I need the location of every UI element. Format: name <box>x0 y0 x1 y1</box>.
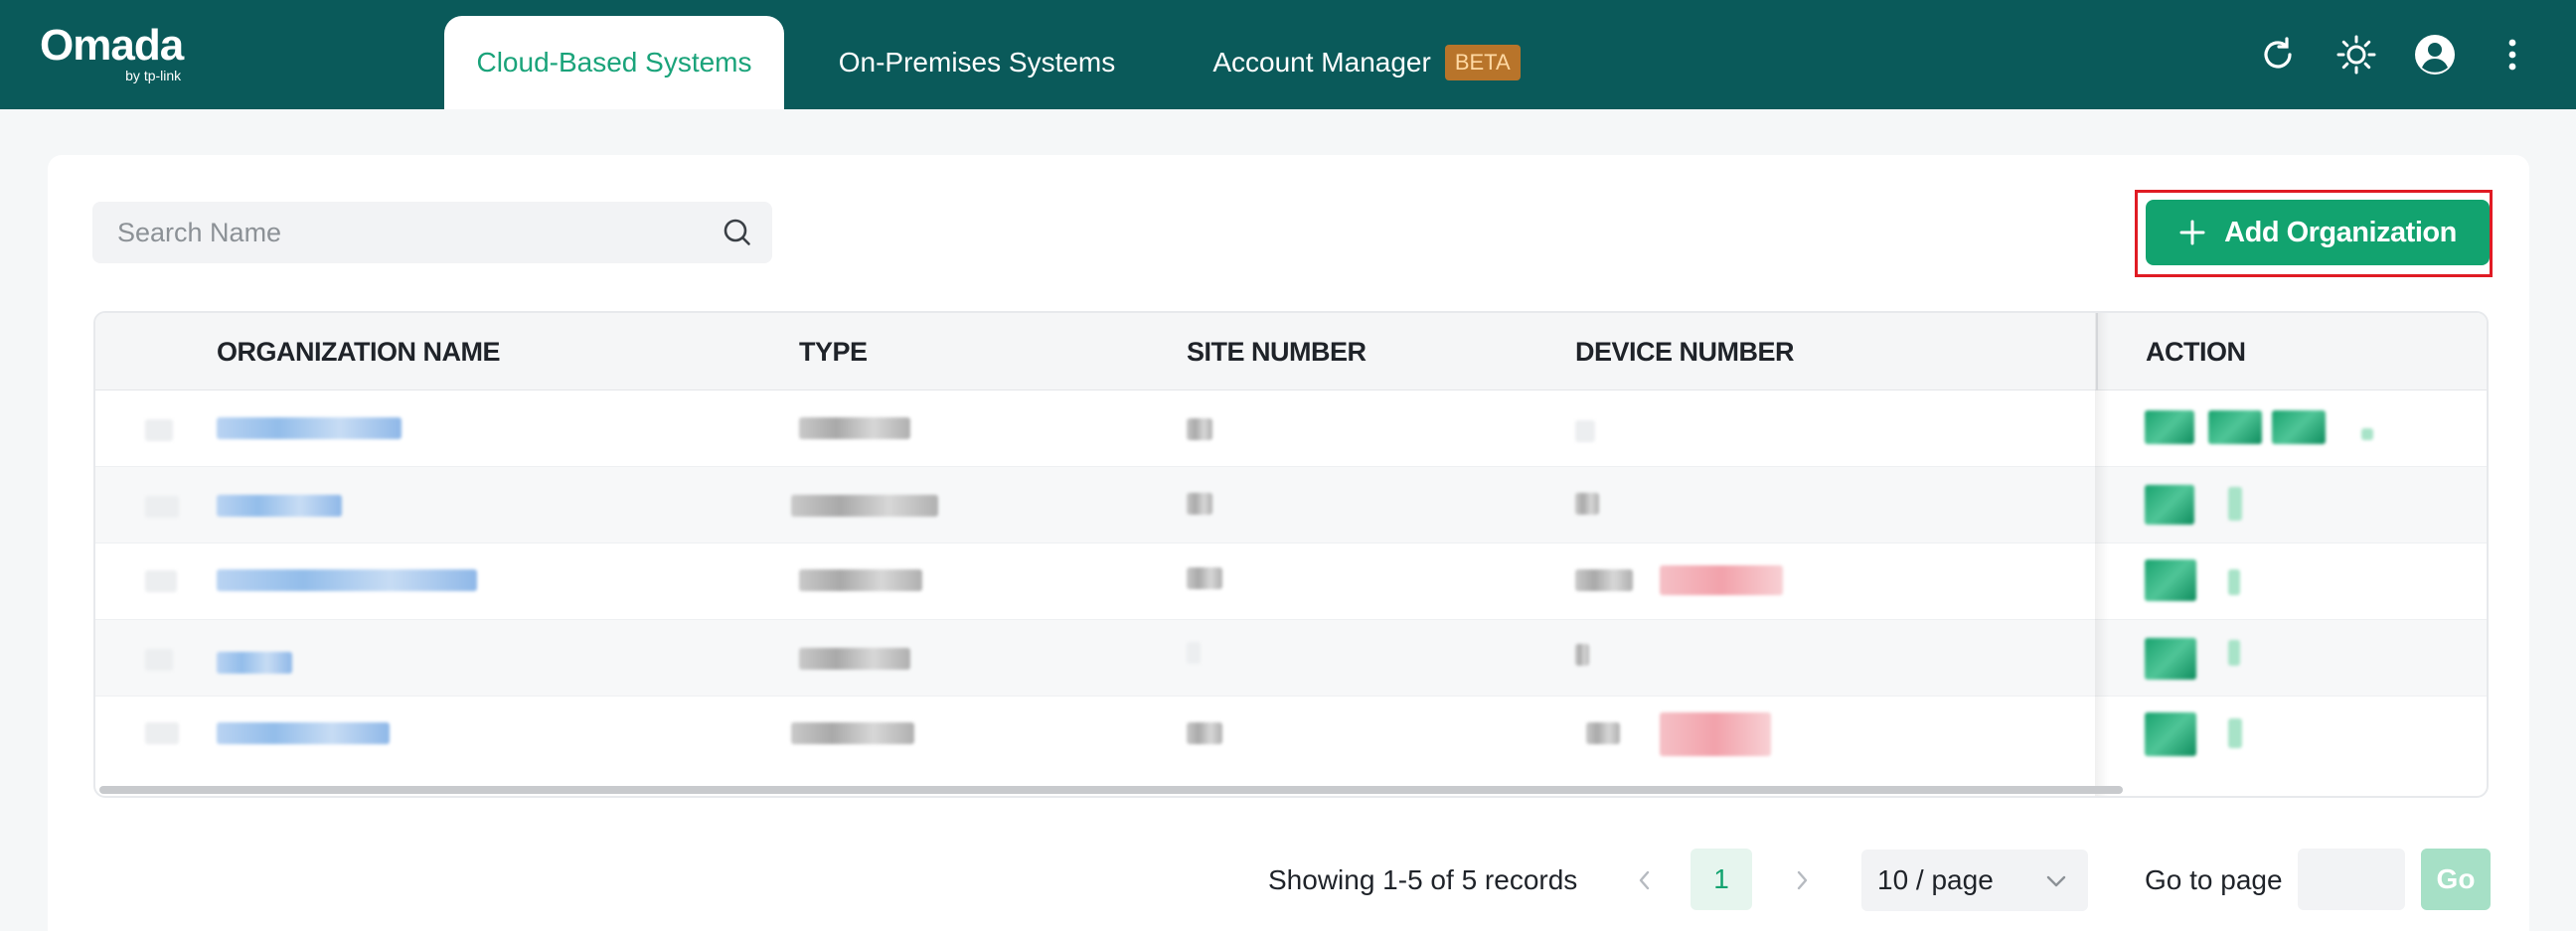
table-row[interactable] <box>95 390 2487 467</box>
type-cell <box>799 648 910 670</box>
action-icon[interactable] <box>2272 410 2326 444</box>
site-number-cell <box>1187 567 1222 589</box>
table-row[interactable] <box>95 543 2487 620</box>
action-icon[interactable] <box>2208 410 2262 444</box>
top-bar: Omada by tp-link Cloud-Based Systems On-… <box>0 0 2576 109</box>
site-number-cell <box>1187 642 1201 664</box>
organization-table: ORGANIZATION NAME TYPE SITE NUMBER DEVIC… <box>93 311 2489 798</box>
site-number-cell <box>1187 722 1222 744</box>
tab-account-manager[interactable]: Account Manager BETA <box>1183 16 1550 109</box>
omada-logo[interactable]: Omada by tp-link <box>40 21 184 84</box>
page-size-value: 10 / page <box>1877 864 1994 895</box>
search-box <box>92 202 772 263</box>
horizontal-scrollbar[interactable] <box>99 786 2123 794</box>
goto-page-label: Go to page <box>2145 864 2283 895</box>
logo-sub: by tp-link <box>125 68 182 83</box>
action-icon[interactable] <box>2145 559 2196 601</box>
search-input[interactable] <box>92 202 709 263</box>
plus-icon <box>2178 219 2206 246</box>
action-more-icon[interactable] <box>2361 428 2373 440</box>
action-icon[interactable] <box>2145 410 2194 444</box>
organization-name-link[interactable] <box>217 495 342 517</box>
chevron-down-icon <box>2044 868 2068 900</box>
beta-badge: BETA <box>1444 45 1521 80</box>
column-organization-name[interactable]: ORGANIZATION NAME <box>217 313 500 390</box>
action-icon[interactable] <box>2145 485 2194 525</box>
logo-brand: Omada <box>40 21 184 70</box>
chevron-right-icon[interactable] <box>1782 860 1822 900</box>
column-site-number[interactable]: SITE NUMBER <box>1187 313 1367 390</box>
user-avatar-icon[interactable] <box>2410 30 2460 79</box>
go-button[interactable]: Go <box>2421 849 2491 910</box>
device-number-cell <box>1575 420 1595 442</box>
device-status-badge <box>1660 565 1783 595</box>
action-column-shadow <box>2095 313 2109 796</box>
action-more-icon[interactable] <box>2228 487 2242 521</box>
tab-cloud-based-systems[interactable]: Cloud-Based Systems <box>444 16 784 109</box>
site-number-cell <box>1187 493 1212 515</box>
device-number-cell <box>1575 569 1633 591</box>
add-organization-button[interactable]: Add Organization <box>2146 200 2490 265</box>
site-number-cell <box>1187 418 1212 440</box>
page-size-select[interactable]: 10 / page <box>1861 850 2088 911</box>
theme-sun-icon[interactable] <box>2332 30 2381 79</box>
goto-page-input[interactable] <box>2298 849 2405 910</box>
action-more-icon[interactable] <box>2228 640 2240 666</box>
tab-label: Account Manager <box>1212 47 1431 78</box>
column-device-number[interactable]: DEVICE NUMBER <box>1575 313 1795 390</box>
action-icon[interactable] <box>2145 712 2196 756</box>
row-checkbox[interactable] <box>145 722 179 744</box>
organization-name-link[interactable] <box>217 569 477 591</box>
column-action: ACTION <box>2146 337 2246 367</box>
device-number-cell <box>1575 493 1599 515</box>
organization-name-link[interactable] <box>217 652 292 674</box>
row-checkbox[interactable] <box>145 496 179 518</box>
device-number-cell <box>1586 722 1620 744</box>
tab-label: On-Premises Systems <box>838 47 1116 78</box>
row-checkbox[interactable] <box>145 570 177 592</box>
add-organization-label: Add Organization <box>2224 216 2457 248</box>
type-cell <box>799 569 922 591</box>
action-more-icon[interactable] <box>2228 718 2242 748</box>
tab-label: Cloud-Based Systems <box>476 47 752 78</box>
type-cell <box>791 722 914 744</box>
table-header: ORGANIZATION NAME TYPE SITE NUMBER DEVIC… <box>95 313 2487 390</box>
search-icon[interactable] <box>721 216 754 254</box>
device-number-cell <box>1575 644 1589 666</box>
row-checkbox[interactable] <box>145 419 173 441</box>
action-more-icon[interactable] <box>2228 569 2240 595</box>
pagination-page-1[interactable]: 1 <box>1690 849 1752 910</box>
organization-name-link[interactable] <box>217 417 402 439</box>
row-checkbox[interactable] <box>145 649 173 671</box>
tab-on-premises-systems[interactable]: On-Premises Systems <box>825 16 1129 109</box>
table-row[interactable] <box>95 467 2487 543</box>
chevron-left-icon[interactable] <box>1625 860 1665 900</box>
device-status-badge <box>1660 712 1771 756</box>
table-row[interactable] <box>95 620 2487 697</box>
pagination-summary: Showing 1-5 of 5 records <box>1268 864 1578 895</box>
action-icon[interactable] <box>2145 638 2196 680</box>
column-type[interactable]: TYPE <box>799 313 868 390</box>
table-row[interactable] <box>95 697 2487 773</box>
more-vertical-icon[interactable] <box>2488 30 2537 79</box>
organization-name-link[interactable] <box>217 722 390 744</box>
type-cell <box>799 417 910 439</box>
type-cell <box>791 495 938 517</box>
refresh-icon[interactable] <box>2253 30 2303 79</box>
